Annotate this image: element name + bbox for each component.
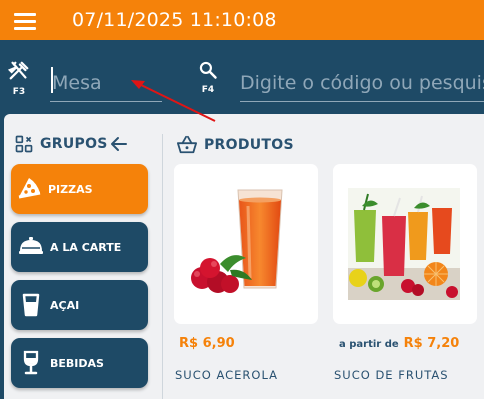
code-search-input[interactable] [240, 64, 484, 102]
back-arrow-icon[interactable] [110, 136, 128, 152]
annotation-arrow [131, 80, 216, 122]
group-item-acai[interactable]: AÇAI [11, 280, 148, 330]
mesa-shortcut-key: F3 [12, 87, 26, 97]
mesa-shortcut[interactable]: F3 [7, 60, 30, 97]
group-label: A LA CARTE [50, 240, 122, 254]
wine-glass-icon [16, 348, 46, 378]
product-card-suco-acerola[interactable]: SUCO ACEROLA [174, 164, 318, 324]
groups-title: GRUPOS [40, 136, 108, 152]
product-image-acerola [191, 189, 283, 293]
menu-icon[interactable] [14, 13, 36, 30]
products-header: PRODUTOS [176, 135, 294, 155]
pizza-icon [14, 174, 44, 204]
group-item-a-la-carte[interactable]: A LA CARTE [11, 222, 148, 272]
price-prefix: a partir de [339, 339, 399, 350]
product-name-label: SUCO ACEROLA [175, 368, 278, 382]
product-card-suco-de-frutas[interactable] [333, 164, 477, 324]
cloche-icon [16, 232, 46, 262]
product-name-label: SUCO DE FRUTAS [334, 368, 449, 382]
products-title: PRODUTOS [204, 137, 294, 153]
group-item-bebidas[interactable]: BEBIDAS [11, 338, 148, 388]
product-price-group: a partir de R$ 7,20 [339, 336, 459, 351]
grid-plus-icon [15, 135, 33, 153]
product-price: R$ 7,20 [403, 336, 460, 351]
basket-icon [177, 135, 197, 154]
panel-divider [162, 134, 163, 399]
group-label: AÇAI [50, 298, 80, 312]
search-bar: F3 F4 [0, 40, 484, 114]
product-image-frutas [348, 188, 460, 300]
groups-header: GRUPOS [14, 134, 108, 154]
group-label: BEBIDAS [50, 356, 104, 370]
fork-knife-icon [7, 61, 29, 80]
group-item-pizzas[interactable]: PIZZAS [11, 164, 148, 214]
main-panel: GRUPOS PIZZAS A LA CARTE AÇAI BEBIDAS PR… [4, 114, 484, 399]
cup-icon [16, 290, 46, 320]
product-price: R$ 6,90 [179, 336, 235, 351]
groups-list: PIZZAS A LA CARTE AÇAI BEBIDAS [11, 164, 148, 396]
datetime-display: 07/11/2025 11:10:08 [72, 9, 277, 31]
group-label: PIZZAS [48, 182, 93, 196]
top-bar: 07/11/2025 11:10:08 [0, 0, 484, 40]
